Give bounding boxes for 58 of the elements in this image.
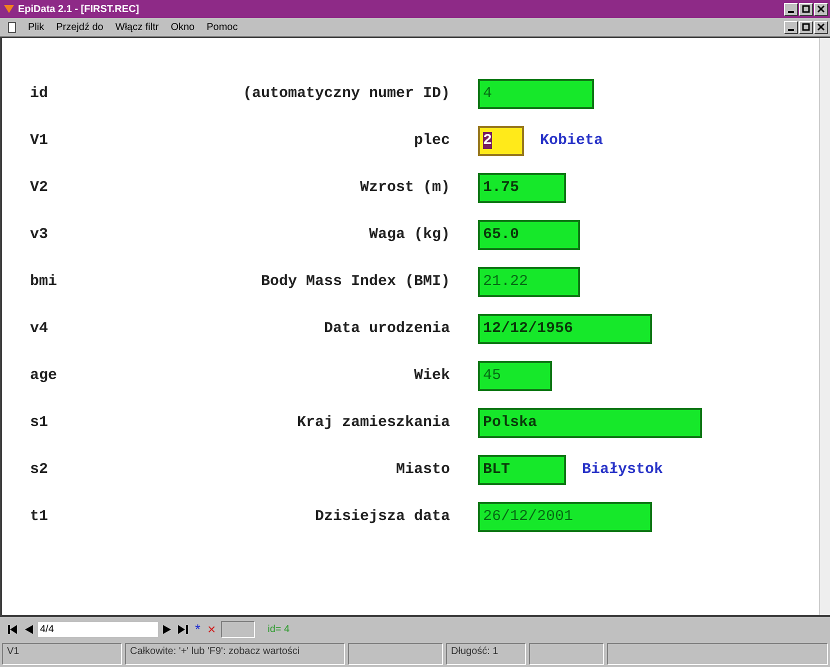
field-name: s2 [30,461,50,478]
filter-text: id= 4 [268,624,290,634]
close-button[interactable] [814,20,828,34]
status-box [220,620,255,638]
input-field[interactable]: 12/12/1956 [478,314,652,344]
document-icon [8,22,16,32]
input-field[interactable]: 4 [478,78,594,108]
minimize-button[interactable] [784,20,798,34]
field-label: Miasto [394,461,450,478]
close-icon [817,23,825,31]
field-label: Wiek [412,367,450,384]
record-field[interactable]: 4/4 [38,622,158,636]
menu-item[interactable]: Okno [170,22,195,32]
field-name: t1 [30,508,50,525]
field-name: v4 [30,320,50,337]
input-field[interactable]: 2 [478,126,524,156]
field-name: age [30,367,58,384]
field-label: (automatyczny numer ID) [242,85,450,102]
input-field[interactable]: 21.22 [478,266,580,296]
maximize-button[interactable] [799,2,813,16]
field-name: V1 [30,132,50,149]
scrollbar[interactable] [819,38,830,615]
field-name: V2 [30,179,50,196]
input-field[interactable]: 65.0 [478,220,580,250]
status-panel: Długość: 1 [446,643,526,665]
field-label: Dzisiejsza data [314,508,450,525]
value-label: Białystok [582,461,664,478]
field-label: Waga (kg) [368,226,450,243]
field-name: v3 [30,226,50,243]
input-field[interactable]: 1.75 [478,172,566,202]
field-label: plec [412,132,450,149]
value-label: Kobieta [540,132,604,149]
minimize-button[interactable] [784,2,798,16]
restore-button[interactable] [799,20,813,34]
close-button[interactable] [814,2,828,16]
field-name: s1 [30,414,50,431]
field-label: Kraj zamieszkania [296,414,450,431]
menu-item[interactable]: Plik [28,22,44,32]
menu-item[interactable]: Pomoc [206,22,238,32]
field-name: id [30,85,50,102]
field-label: Body Mass Index (BMI) [260,273,450,290]
restore-icon [802,23,810,31]
input-field[interactable]: Polska [478,408,702,438]
status-panel: V1 [2,643,122,665]
field-label: Wzrost (m) [358,179,450,196]
input-field[interactable]: 26/12/2001 [478,502,652,532]
window-title: EpiData 2.1 - [FIRST.REC] [18,4,140,14]
menu-item[interactable]: Przejdź do [56,22,104,32]
input-field[interactable]: 45 [478,360,552,390]
field-label: Data urodzenia [322,320,450,337]
input-field[interactable]: BLT [478,454,566,484]
field-name: bmi [30,273,58,290]
menu-item[interactable]: Włącz filtr [115,22,159,32]
close-icon [817,5,825,13]
new-record-button[interactable]: * [193,621,202,637]
app-icon [4,4,14,14]
status-panel: Całkowite: '+' lub 'F9': zobacz wartości [125,643,345,665]
maximize-icon [802,5,810,13]
